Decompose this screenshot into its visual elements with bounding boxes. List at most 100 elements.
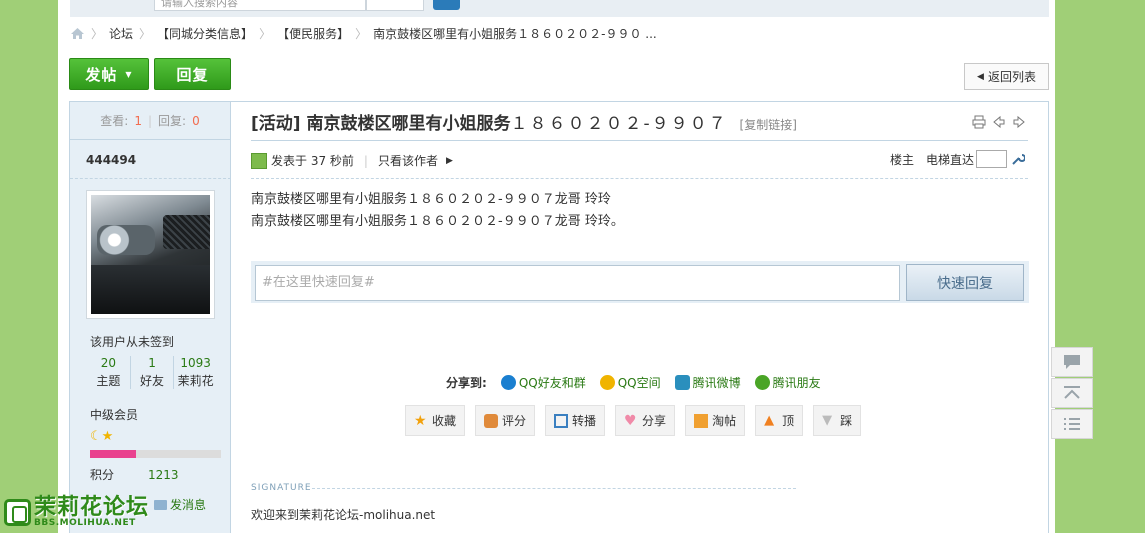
count-label: 主题: [96, 374, 121, 388]
share-item-label: 腾讯朋友: [772, 376, 821, 390]
count-jasmine[interactable]: 1093 茉莉花: [173, 356, 217, 389]
copy-link-button[interactable]: [复制链接]: [740, 118, 797, 132]
meta-divider: |: [363, 153, 368, 168]
send-message-label: 发消息: [170, 498, 207, 512]
logo-text: 茉莉花论坛 BBS.MOLIHUA.NET: [34, 497, 149, 528]
caret-down-icon: ▼: [125, 69, 133, 79]
collect-thread-button[interactable]: 淘帖: [685, 405, 746, 436]
tencent-weibo-icon: [674, 375, 690, 390]
favorite-button[interactable]: ★ 收藏: [405, 405, 466, 436]
tencent-friends-icon: [754, 375, 770, 390]
qzone-icon: [599, 375, 615, 390]
share-tencent-friends[interactable]: 腾讯朋友: [754, 374, 821, 391]
breadcrumb-services[interactable]: 【便民服务】: [277, 25, 349, 42]
breadcrumb-separator: 〉: [259, 26, 272, 41]
action-label: 转播: [572, 414, 597, 428]
divider: [251, 178, 1028, 179]
author-only-link[interactable]: 只看该作者: [378, 152, 438, 169]
breadcrumb-city-info[interactable]: 【同城分类信息】: [157, 25, 253, 42]
upvote-button[interactable]: ▲ 顶: [755, 405, 804, 436]
logo-name: 茉莉花论坛: [34, 495, 150, 520]
post-main: [活动] 南京鼓楼区哪里有小姐服务１８６０２０２-９９０７ [复制链接] 发表于…: [232, 102, 1048, 533]
points-value: 1213: [148, 468, 179, 482]
divider: [312, 488, 796, 489]
up-arrow-icon: ▲: [764, 412, 775, 428]
count-value: 1: [148, 356, 156, 370]
breadcrumb-forum[interactable]: 论坛: [109, 25, 133, 42]
back-to-top-button[interactable]: [1051, 378, 1093, 408]
share-qzone[interactable]: QQ空间: [599, 374, 661, 391]
quick-reply-button[interactable]: 快速回复: [906, 264, 1024, 301]
action-label: 踩: [840, 414, 853, 428]
search-button[interactable]: [433, 0, 460, 10]
floor-jump-input[interactable]: [976, 150, 1008, 168]
comment-float-button[interactable]: [1051, 347, 1093, 377]
post-title-text: 南京鼓楼区哪里有小姐服务: [306, 114, 511, 134]
home-icon[interactable]: [70, 27, 85, 40]
message-icon: [154, 499, 167, 510]
signature-label: SIGNATURE: [251, 483, 312, 493]
action-label: 淘帖: [712, 414, 737, 428]
stats-divider: |: [147, 113, 153, 128]
count-value: 20: [100, 356, 116, 370]
level-progress-fill: [90, 450, 136, 458]
avatar-image-part: [91, 265, 210, 314]
count-topics[interactable]: 20 主题: [87, 356, 130, 389]
avatar-image-part: [163, 215, 210, 249]
share-bar: 分享到: QQ好友和群 QQ空间 腾讯微博 腾讯朋友: [446, 374, 821, 391]
jump-label: 电梯直达: [926, 152, 975, 167]
count-label: 茉莉花: [177, 374, 214, 388]
content-line: 南京鼓楼区哪里有小姐服务１８６０２０２-９９０７龙哥 玲玲。: [251, 214, 624, 229]
signin-status: 该用户从未签到: [90, 335, 175, 349]
count-friends[interactable]: 1 好友: [129, 356, 174, 389]
downvote-button[interactable]: ▼ 踩: [813, 405, 862, 436]
count-value: 1093: [180, 356, 211, 370]
back-to-top-icon: [1064, 386, 1080, 399]
replies-label: 回复:: [158, 114, 187, 128]
heart-icon: ♥: [624, 412, 637, 429]
search-scope-select[interactable]: [366, 0, 424, 11]
content-line: 南京鼓楼区哪里有小姐服务１８６０２０２-９９０７龙哥 玲玲: [251, 192, 611, 207]
wrench-icon[interactable]: [1011, 152, 1026, 166]
post-title: [活动] 南京鼓楼区哪里有小姐服务１８６０２０２-９９０７ [复制链接]: [251, 109, 797, 134]
share-item-label: QQ空间: [617, 376, 661, 390]
print-icon[interactable]: [972, 115, 986, 129]
post-title-number: １８６０２０２-９９０７: [510, 114, 728, 134]
list-icon: [1064, 418, 1080, 430]
quick-reply-input[interactable]: #在这里快速回复#: [255, 265, 900, 301]
box-icon: [694, 413, 709, 428]
down-arrow-icon: ▼: [822, 412, 833, 428]
action-label: 评分: [502, 414, 527, 428]
avatar[interactable]: [86, 190, 215, 319]
comment-icon: [1064, 355, 1080, 369]
site-logo: 茉莉花论坛 BBS.MOLIHUA.NET: [4, 497, 149, 528]
reply-button[interactable]: 回复: [154, 58, 231, 90]
share-qq[interactable]: QQ好友和群: [500, 374, 586, 391]
posted-time: 发表于 37 秒前: [271, 154, 354, 168]
post-tag[interactable]: [活动]: [251, 114, 301, 134]
post-button[interactable]: 发帖 ▼: [69, 58, 149, 90]
avatar-image: [91, 195, 210, 314]
next-thread-icon[interactable]: [1012, 115, 1026, 129]
views-label: 查看:: [100, 114, 129, 128]
share-label: 分享到:: [446, 376, 487, 390]
author-username[interactable]: 444494: [86, 153, 136, 167]
action-label: 顶: [782, 414, 795, 428]
post-container: 查看: 1 | 回复: 0 444494 该用户从未签到 20 主题 1 好友: [69, 101, 1049, 533]
prev-thread-icon[interactable]: [992, 115, 1006, 129]
breadcrumb-separator: 〉: [139, 26, 152, 41]
share-button[interactable]: ♥ 分享: [615, 405, 676, 436]
user-level: 中级会员: [90, 408, 139, 422]
rate-button[interactable]: 评分: [475, 405, 536, 436]
send-message-button[interactable]: 发消息: [154, 496, 206, 513]
back-to-list-button[interactable]: ◀ 返回列表: [964, 63, 1049, 90]
floor-tools: 楼主 电梯直达: [890, 150, 1026, 168]
list-float-button[interactable]: [1051, 409, 1093, 439]
chevron-left-icon: ◀: [977, 71, 984, 82]
forward-button[interactable]: 转播: [545, 405, 606, 436]
search-input[interactable]: 请输入搜索内容: [154, 0, 366, 11]
breadcrumb-current-thread[interactable]: 南京鼓楼区哪里有小姐服务１８６０２０２-９９０ ...: [373, 25, 657, 42]
breadcrumb-separator: 〉: [355, 26, 368, 41]
share-tencent-weibo[interactable]: 腾讯微博: [674, 374, 741, 391]
divider: [70, 178, 231, 179]
